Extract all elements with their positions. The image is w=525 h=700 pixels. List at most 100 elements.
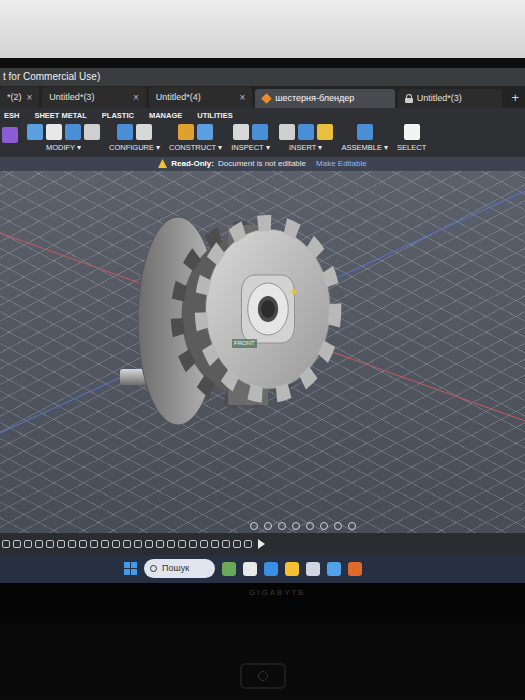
app-icon[interactable] — [327, 562, 341, 576]
grid-icon[interactable] — [334, 522, 342, 530]
workspace-tab[interactable]: PLASTIC — [102, 110, 134, 121]
look-icon[interactable] — [264, 522, 272, 530]
tool-icons — [233, 124, 268, 140]
power-icon — [258, 671, 268, 681]
timeline-feature-icon[interactable] — [134, 540, 142, 548]
tool-icon[interactable] — [178, 124, 194, 140]
tool-group: SELECT — [397, 124, 426, 153]
fit-icon[interactable] — [306, 522, 314, 530]
read-only-banner: Read-Only:Document is not editableMake E… — [0, 157, 525, 171]
timeline-feature-icon[interactable] — [222, 540, 230, 548]
timeline-feature-icon[interactable] — [112, 540, 120, 548]
tool-icon[interactable] — [233, 124, 249, 140]
design-icon — [261, 93, 272, 104]
document-tab[interactable]: Untitled*(3) — [398, 89, 503, 109]
timeline-feature-icon[interactable] — [79, 540, 87, 548]
zoom-icon[interactable] — [292, 522, 300, 530]
timeline-feature-icon[interactable] — [35, 540, 43, 548]
tool-icon[interactable] — [27, 124, 43, 140]
group-menu[interactable]: MODIFY ▾ — [46, 142, 81, 153]
tool-icon[interactable] — [46, 124, 62, 140]
tool-icon[interactable] — [317, 124, 333, 140]
app-icon[interactable] — [285, 562, 299, 576]
display-icon[interactable] — [320, 522, 328, 530]
group-menu[interactable]: SELECT — [397, 142, 426, 153]
tab-title: Untitled*(3) — [405, 92, 462, 106]
tool-icon[interactable] — [84, 124, 100, 140]
timeline-feature-icon[interactable] — [200, 540, 208, 548]
keyboard-deck — [0, 623, 525, 695]
close-tab-button[interactable]: × — [239, 90, 245, 105]
timeline-feature-icon[interactable] — [13, 540, 21, 548]
app-icon[interactable] — [306, 562, 320, 576]
close-tab-button[interactable]: × — [27, 90, 33, 105]
document-tab[interactable]: шестерня-блендер — [255, 89, 394, 109]
gear-model[interactable] — [118, 209, 350, 439]
timeline-feature-icon[interactable] — [2, 540, 10, 548]
make-editable-link[interactable]: Make Editable — [316, 158, 367, 170]
tool-icon[interactable] — [197, 124, 213, 140]
tool-group: INSERT ▾ — [279, 124, 333, 153]
search-box[interactable]: Пошук — [144, 559, 215, 579]
wall — [0, 0, 525, 58]
tab-label: Untitled*(3) — [49, 91, 94, 105]
tool-icons — [279, 124, 333, 140]
power-button[interactable] — [240, 663, 286, 689]
title-bar: t for Commercial Use) — [0, 68, 525, 86]
group-menu[interactable]: ASSEMBLE ▾ — [342, 142, 389, 153]
tool-icon[interactable] — [65, 124, 81, 140]
timeline-feature-icon[interactable] — [68, 540, 76, 548]
viewports-icon[interactable] — [348, 522, 356, 530]
workspace-tab[interactable]: UTILITIES — [197, 110, 232, 121]
tool-icons — [357, 124, 373, 140]
toolbar: ESH SHEET METAL PLASTIC MANAGE UTILITIES MOD… — [0, 108, 525, 157]
mesh-icon[interactable] — [2, 127, 18, 143]
app-icon[interactable] — [348, 562, 362, 576]
group-menu[interactable]: INSPECT ▾ — [231, 142, 269, 153]
workspace-tab[interactable]: SHEET METAL — [34, 110, 86, 121]
tool-icon[interactable] — [279, 124, 295, 140]
workspace-tab[interactable]: MANAGE — [149, 110, 182, 121]
pan-icon[interactable] — [278, 522, 286, 530]
tool-icon[interactable] — [252, 124, 268, 140]
tool-icon[interactable] — [404, 124, 420, 140]
timeline-feature-icon[interactable] — [233, 540, 241, 548]
group-menu[interactable]: CONFIGURE ▾ — [109, 142, 160, 153]
timeline-feature-icon[interactable] — [145, 540, 153, 548]
viewport[interactable]: FRONT — [0, 171, 525, 533]
timeline-feature-icon[interactable] — [24, 540, 32, 548]
timeline-feature-icon[interactable] — [57, 540, 65, 548]
windows-icon[interactable] — [124, 562, 137, 575]
timeline-feature-icon[interactable] — [167, 540, 175, 548]
document-tab[interactable]: Untitled*(4) × — [149, 87, 252, 108]
close-tab-button[interactable]: × — [133, 90, 139, 105]
timeline-feature-icon[interactable] — [156, 540, 164, 548]
workspace-tabs: ESH SHEET METAL PLASTIC MANAGE UTILITIES — [2, 110, 523, 121]
tool-icon[interactable] — [136, 124, 152, 140]
timeline-feature-icon[interactable] — [189, 540, 197, 548]
document-tab[interactable]: Untitled*(3) × — [42, 87, 145, 108]
app-icon[interactable] — [243, 562, 257, 576]
app-icon[interactable] — [264, 562, 278, 576]
new-tab-button[interactable]: + — [505, 88, 525, 109]
play-icon[interactable] — [258, 539, 265, 549]
workspace-tab[interactable]: ESH — [4, 110, 19, 121]
timeline-feature-icon[interactable] — [244, 540, 252, 548]
tab-title: Untitled*(4) — [156, 91, 201, 105]
timeline-feature-icon[interactable] — [178, 540, 186, 548]
timeline-feature-icon[interactable] — [211, 540, 219, 548]
timeline-feature-icon[interactable] — [90, 540, 98, 548]
tool-group: CONSTRUCT ▾ — [169, 124, 222, 153]
timeline-feature-icon[interactable] — [101, 540, 109, 548]
tab-bar: *(2)× Untitled*(3) × Untitled*(4) × шестерня-… — [0, 86, 525, 108]
timeline-feature-icon[interactable] — [123, 540, 131, 548]
tool-icon[interactable] — [298, 124, 314, 140]
app-icon[interactable] — [222, 562, 236, 576]
tool-icon[interactable] — [117, 124, 133, 140]
group-menu[interactable]: CONSTRUCT ▾ — [169, 142, 222, 153]
document-tab[interactable]: *(2)× — [0, 87, 39, 108]
group-menu[interactable]: INSERT ▾ — [289, 142, 322, 153]
timeline-feature-icon[interactable] — [46, 540, 54, 548]
tool-icon[interactable] — [357, 124, 373, 140]
orbit-icon[interactable] — [250, 522, 258, 530]
